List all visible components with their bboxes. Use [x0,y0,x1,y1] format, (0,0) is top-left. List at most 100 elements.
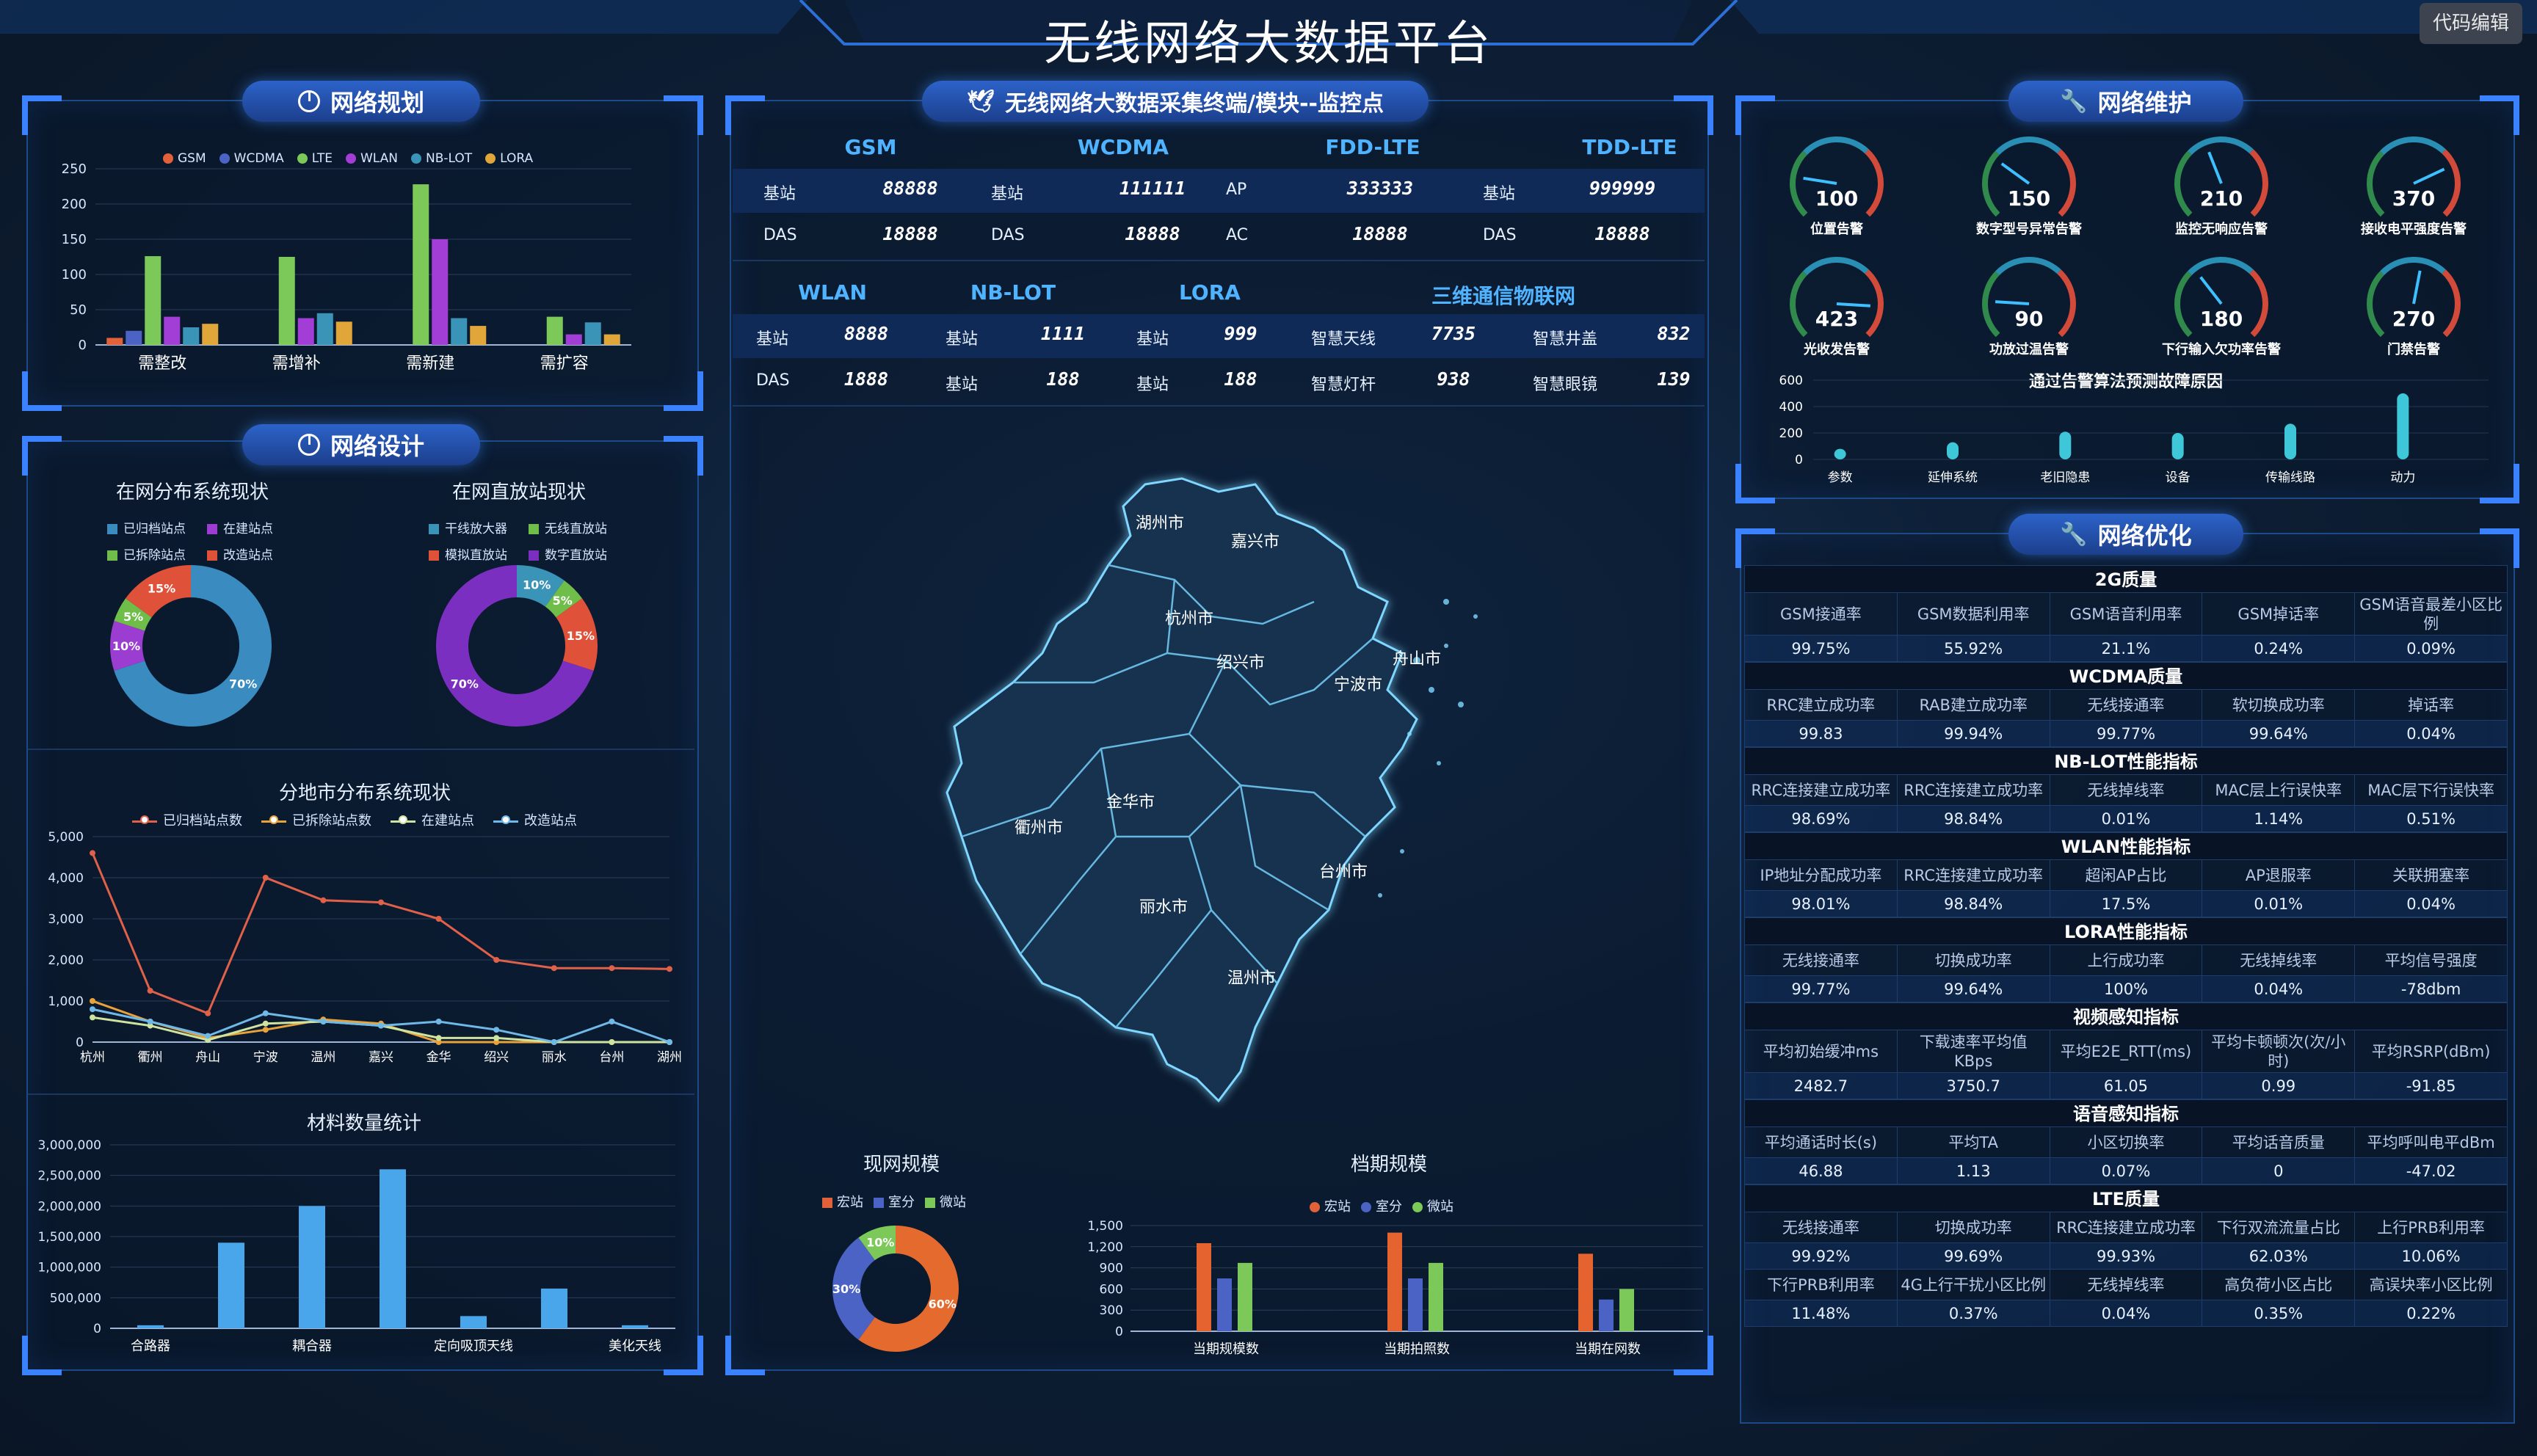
cell-value: 1888 [843,368,889,390]
table-header-cell: 上行成功率 [2050,945,2203,976]
bar [316,313,333,345]
design-divider-2 [28,1093,694,1095]
category-label: 嘉兴 [369,1050,393,1065]
cell-value: 7735 [1431,323,1476,344]
table-header-cell: 超闲AP占比 [2050,860,2203,891]
tick-label: 500,000 [50,1291,101,1306]
bar [541,1288,567,1328]
table-header-cell: AP退服率 [2202,860,2356,891]
table-header-cell: 无线掉线率 [2050,775,2203,806]
cell-label: DAS [763,226,797,244]
series-line [91,852,670,1015]
tick-label: 200 [62,197,87,212]
bar [335,321,352,345]
table-row: 99.83 99.94% 99.77% 99.64% 0.04% [1744,721,2508,747]
table-cell: 2482.7 [1745,1073,1898,1099]
category-label: 延伸系统 [1928,470,1978,485]
table-cell: 3750.7 [1897,1073,2050,1099]
cell-label: 智慧天线 [1311,330,1376,349]
bar [1238,1262,1252,1331]
gauge-needle [2199,276,2223,305]
table-cell: -47.02 [2355,1158,2508,1184]
data-point [667,1039,672,1045]
current-scale-legend: 宏站 室分 微站 [822,1192,966,1211]
tick-label: 250 [62,161,87,177]
monitoring-title: 🕊 无线网络大数据采集终端/模块--监控点 [922,81,1429,122]
legend-label: 微站 [940,1195,966,1210]
table-header-cell: 无线掉线率 [2050,1270,2203,1300]
table-header-cell: 切换成功率 [1897,1212,2050,1243]
category-label: 湖州 [657,1050,682,1065]
data-label: 10% [112,639,140,653]
tick-label: 3,000 [48,912,84,927]
table-row: 99.75% 55.92% 21.1% 0.24% 0.09% [1744,636,2508,662]
gauge-label: 光收发告警 [1804,342,1870,357]
category-label: 当期拍照数 [1384,1342,1450,1357]
network-planning-title: 网络规划 [242,81,480,122]
bar [622,1325,648,1328]
table-cell: 99.64% [1897,976,2050,1002]
bar [2171,433,2184,459]
materials-bar-chart: 0 500,000 1,000,000 1,500,000 2,000,000 2,500… [37,1138,675,1354]
data-point [667,966,672,972]
zhejiang-map: 湖州市 嘉兴市 杭州市 绍兴市 宁波市 舟山市 金华市 衢州市 台州市 丽水市 … [946,477,1478,1103]
table-header-cell: 平均RSRP(dBm) [2355,1030,2508,1073]
city-line-chart: 0 1,000 2,000 3,000 4,000 5,000 杭州 衢州 舟山 宁波 温州 嘉兴 金华… [48,830,682,1065]
legend-item[interactable]: 干线放大器 [429,518,507,536]
donut2-chart: 10%5% 15% 70% [436,565,598,727]
city-label: 宁波市 [1334,676,1382,694]
legend-label: 宏站 [837,1195,863,1210]
tick-label: 1,200 [1087,1240,1123,1255]
category-label: 宁波 [253,1050,278,1065]
legend-item[interactable]: 已归档站点 [107,518,186,536]
table-header-cell: 掉话率 [2355,690,2508,721]
legend-item[interactable]: 室分 [874,1192,915,1211]
cell-value: 333333 [1346,178,1414,199]
tick-label: 100 [62,267,87,283]
table-cell: 98.84% [1897,891,2050,917]
city-label: 台州市 [1319,863,1368,881]
tick-label: 0 [79,338,87,353]
code-edit-button[interactable]: 代码编辑 [2420,3,2522,44]
period-scale-title: 档期规模 [1351,1154,1428,1176]
gauge-label: 数字型号异常告警 [1976,222,2082,237]
city-label: 衢州市 [1015,819,1063,837]
bar [137,1325,164,1328]
gauge-arc [1803,257,1869,276]
table-header-cell: 高误块率小区比例 [2355,1270,2508,1300]
legend-item[interactable]: 宏站 [822,1192,863,1211]
column-header: GSM [844,135,897,159]
data-point [493,1035,500,1041]
table-header-row: 下行PRB利用率 4G上行干扰小区比例 无线掉线率 高负荷小区占比 高误块率小区比例 [1744,1270,2508,1300]
table-header-row: RRC连接建立成功率 RRC连接建立成功率 无线掉线率 MAC层上行误快率 MAC层下行… [1744,775,2508,806]
tick-label: 5,000 [48,830,84,845]
table-cell: 0.35% [2202,1300,2356,1327]
tick-label: 900 [1100,1262,1123,1276]
legend-item[interactable]: 在建站点 [207,518,273,536]
cell-value: 18888 [1352,223,1408,244]
table-row: 2482.7 3750.7 61.05 0.99 -91.85 [1744,1073,2508,1099]
data-label: 10% [866,1235,894,1249]
bar [297,318,314,345]
table-row: 99.77% 99.64% 100% 0.04% -78dbm [1744,976,2508,1002]
legend-item[interactable]: 无线直放站 [529,518,607,536]
table-row: 46.88 1.13 0.07% 0 -47.02 [1744,1158,2508,1184]
tick-label: 0 [76,1035,84,1050]
cell-label: 基站 [991,185,1024,203]
current-scale-donut: 60% 30% 10% [832,1226,959,1352]
category-label: 温州 [311,1050,335,1065]
table-header-cell: GSM语音最差小区比例 [2355,593,2508,636]
data-point [609,1039,615,1045]
table-header-cell: 上行PRB利用率 [2355,1212,2508,1243]
pie-chart-icon [297,434,320,456]
column-header: TDD-LTE [1582,135,1677,159]
data-point [378,899,384,906]
legend-item[interactable]: 微站 [925,1192,966,1211]
data-point [205,1033,211,1039]
tick-label: 400 [1779,400,1803,415]
data-point [378,1022,384,1029]
gauge-label: 门禁告警 [2387,342,2440,357]
table-header-cell: MAC层下行误快率 [2355,775,2508,806]
data-point [262,875,269,881]
table-cell: 0.24% [2202,636,2356,662]
